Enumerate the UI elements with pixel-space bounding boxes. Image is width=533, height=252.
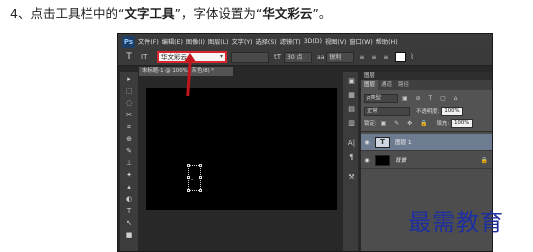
text-layer-thumbnail-icon: T — [375, 136, 390, 148]
history-panel-icon[interactable]: ▣ — [346, 76, 357, 86]
document-tab[interactable]: 未标题-1 @ 100% (灰色/8) * — [139, 67, 233, 76]
menu-filter[interactable]: 滤镜(T) — [280, 37, 301, 46]
layer-row[interactable]: ◉ T 图层 1 — [361, 134, 492, 151]
text-bounding-box[interactable] — [187, 164, 202, 192]
tool-presets-panel-icon[interactable]: ⚒ — [346, 172, 357, 182]
transform-handle[interactable] — [199, 176, 202, 179]
panel-header: 图层 — [361, 72, 492, 80]
move-tool-icon[interactable]: ▸ — [123, 74, 135, 84]
watermark-logo: 最需教育 — [408, 210, 504, 236]
menu-layer[interactable]: 图层(L) — [208, 37, 229, 46]
tab-channels[interactable]: 通道 — [378, 80, 395, 90]
toolbox: ▸ ⬚ ◌ ✂ ⌗ ⊕ ✎ ⊥ ✦ ▴ ◐ T ↖ ■ — [120, 72, 138, 251]
instruction-suffix: ”。 — [312, 6, 332, 21]
menu-image[interactable]: 图像(I) — [186, 37, 205, 46]
opacity-label: 不透明度: — [416, 109, 440, 115]
fill-field[interactable]: 100% — [451, 118, 474, 128]
lock-row: 锁定: ▣ ✎ ✥ 🔒 填充: 100% — [364, 118, 491, 128]
transform-handle[interactable] — [187, 176, 190, 179]
stamp-tool-icon[interactable]: ⊥ — [123, 158, 135, 168]
lock-icon: 🔒 — [480, 156, 488, 164]
align-right-icon[interactable]: ≡ — [381, 53, 390, 62]
layer-row[interactable]: ◉ 背景 🔒 — [361, 152, 492, 169]
align-center-icon[interactable]: ≡ — [369, 53, 378, 62]
document-canvas[interactable] — [146, 88, 337, 210]
menu-3d[interactable]: 3D(D) — [304, 38, 322, 45]
properties-panel-icon[interactable]: ▦ — [346, 90, 357, 100]
tab-paths[interactable]: 路径 — [395, 80, 412, 90]
menu-file[interactable]: 文件(F) — [138, 37, 159, 46]
layer-filter-row: ρ类型 ▣ ⊘ T ▢ ⌂ — [364, 93, 491, 103]
menu-view[interactable]: 视图(V) — [325, 37, 346, 46]
instruction-middle: ”，字体设置为“ — [174, 6, 263, 21]
fill-label: 填充: — [436, 121, 450, 127]
eye-icon[interactable]: ◉ — [361, 139, 373, 146]
layer-filter-select[interactable]: ρ类型 — [364, 93, 398, 103]
marquee-tool-icon[interactable]: ⬚ — [123, 86, 135, 96]
background-layer-thumbnail — [375, 154, 390, 166]
text-tool-icon[interactable]: T — [123, 51, 135, 63]
font-size-select[interactable]: 30 点 — [284, 51, 313, 63]
instruction-text: 4、点击工具栏中的“文字工具”，字体设置为“华文彩云”。 — [10, 6, 331, 22]
history-brush-tool-icon[interactable]: ✦ — [123, 170, 135, 180]
menu-window[interactable]: 窗口(W) — [349, 37, 372, 46]
blend-mode-select[interactable]: 正常 — [364, 106, 410, 116]
tab-layers[interactable]: 图层 — [361, 80, 379, 90]
text-cursor-icon: · — [191, 176, 194, 184]
lock-label: 锁定: — [364, 121, 377, 127]
panel-tabs: 图层 通道 路径 — [361, 80, 492, 90]
instruction-bold-font: 华文彩云 — [262, 6, 313, 21]
antialias-select[interactable]: 锐利 — [326, 51, 355, 63]
antialias-icon: aa — [317, 53, 325, 61]
transform-handle[interactable] — [199, 189, 202, 192]
opacity-field[interactable]: 100% — [441, 106, 464, 116]
ps-logo-icon: Ps — [122, 35, 135, 48]
transform-handle[interactable] — [199, 164, 202, 167]
eraser-tool-icon[interactable]: ▴ — [123, 182, 135, 192]
character-panel-icon[interactable]: A| — [346, 138, 357, 148]
shape-tool-icon[interactable]: ■ — [123, 230, 135, 240]
menu-help[interactable]: 帮助(H) — [376, 37, 398, 46]
menu-edit[interactable]: 编辑(E) — [162, 37, 183, 46]
menu-type[interactable]: 文字(Y) — [232, 37, 253, 46]
type-tool-icon[interactable]: T — [123, 206, 135, 216]
brush-tool-icon[interactable]: ✎ — [123, 146, 135, 156]
chevron-down-icon: ▾ — [219, 53, 223, 60]
magic-wand-tool-icon[interactable]: ✂ — [123, 110, 135, 120]
crop-tool-icon[interactable]: ⌗ — [123, 122, 135, 132]
paragraph-panel-icon[interactable]: ¶ — [346, 152, 357, 162]
font-style-select[interactable] — [231, 51, 269, 63]
menu-bar: Ps 文件(F) 编辑(E) 图像(I) 图层(L) 文字(Y) 选择(S) 滤… — [118, 34, 492, 49]
text-orientation-button[interactable]: IT — [141, 52, 151, 63]
menu-select[interactable]: 选择(S) — [256, 37, 277, 46]
text-color-swatch[interactable] — [395, 52, 407, 62]
options-bar: T IT 华文彩云 ▾ tT 30 点 aa 锐利 ≡ ≡ ≡ ⌇ — [118, 49, 492, 66]
dodge-tool-icon[interactable]: ◐ — [123, 194, 135, 204]
font-size-icon: tT — [274, 53, 282, 61]
transform-handle[interactable] — [187, 164, 190, 167]
swatches-panel-icon[interactable]: ▥ — [346, 118, 357, 128]
lock-icons[interactable]: ▣ ✎ ✥ 🔒 — [381, 120, 431, 127]
warp-text-icon[interactable]: ⌇ — [410, 53, 413, 61]
instruction-bold-tool: 文字工具 — [124, 6, 175, 21]
eye-icon[interactable]: ◉ — [361, 157, 373, 164]
adjustments-panel-icon[interactable]: ▤ — [346, 104, 357, 114]
path-selection-tool-icon[interactable]: ↖ — [123, 218, 135, 228]
layer-name[interactable]: 图层 1 — [395, 138, 412, 146]
eyedropper-tool-icon[interactable]: ⊕ — [123, 134, 135, 144]
layer-name[interactable]: 背景 — [395, 156, 406, 164]
align-left-icon[interactable]: ≡ — [357, 53, 366, 62]
filter-icons[interactable]: ▣ ⊘ T ▢ ⌂ — [402, 95, 460, 102]
transform-handle[interactable] — [187, 189, 190, 192]
panel-icon-column: ▣ ▦ ▤ ▥ A| ¶ ⚒ — [342, 72, 359, 251]
instruction-prefix: 4、点击工具栏中的“ — [10, 6, 125, 21]
blend-row: 正常 不透明度: 100% — [364, 106, 491, 116]
lasso-tool-icon[interactable]: ◌ — [123, 98, 135, 108]
red-arrow-head-icon — [184, 53, 196, 62]
